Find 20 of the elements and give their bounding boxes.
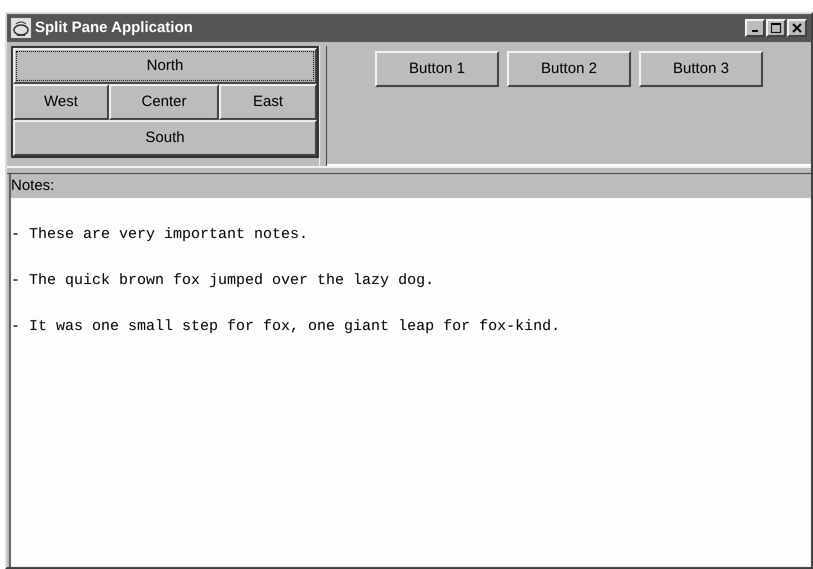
pane-button[interactable]: East <box>219 84 317 120</box>
pane-button[interactable]: South <box>13 120 317 156</box>
window-title: Split Pane Application <box>35 18 194 38</box>
pane-button[interactable]: North <box>13 48 317 84</box>
note-line: - The quick brown fox jumped over the lazy dog. <box>11 272 436 290</box>
maximize-icon <box>771 23 781 33</box>
pane-button[interactable]: Center <box>109 84 219 120</box>
push-button[interactable]: Button 2 <box>507 51 631 87</box>
close-icon <box>792 23 802 33</box>
notes-text-area[interactable]: - These are very important notes. - The quick brown fox jumped over the lazy dog. - It was one small step for fox, one giant leap for fox-kind. <box>11 198 811 567</box>
minimize-icon <box>752 30 758 32</box>
pane-button[interactable]: West <box>13 84 109 120</box>
minimize-button[interactable] <box>745 19 765 37</box>
close-button[interactable] <box>787 19 807 37</box>
push-button[interactable]: Button 3 <box>639 51 763 87</box>
maximize-button[interactable] <box>766 19 786 37</box>
push-button[interactable]: Button 1 <box>375 51 499 87</box>
app-icon <box>11 18 31 38</box>
note-line: - These are very important notes. <box>11 226 310 244</box>
note-line: - It was one small step for fox, one giant leap for fox-kind. <box>11 318 562 336</box>
